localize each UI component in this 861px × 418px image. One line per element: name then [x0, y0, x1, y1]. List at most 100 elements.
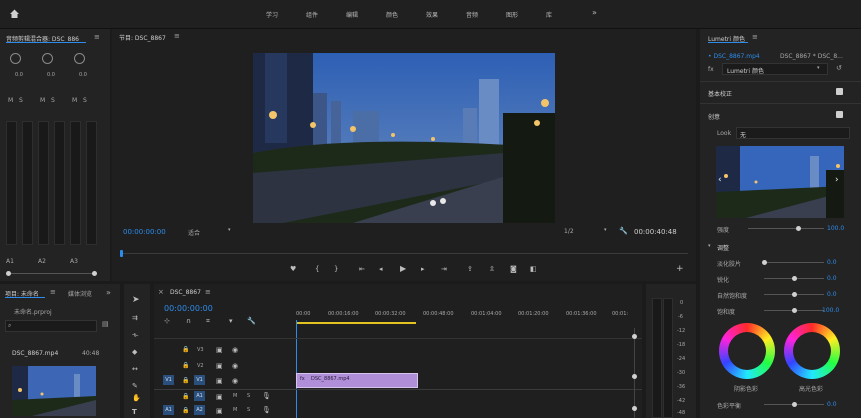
timeline-playhead[interactable] — [296, 320, 297, 418]
look-preview-thumbnail[interactable] — [716, 146, 844, 218]
source-patch-v1[interactable]: V1 — [163, 375, 174, 385]
tab-editing[interactable]: 编辑 — [346, 10, 358, 19]
solo-track-a2[interactable]: S — [247, 407, 250, 413]
lock-icon[interactable]: 🔒 — [182, 346, 189, 354]
vibrance-thumb[interactable] — [792, 292, 797, 297]
resolution-dropdown[interactable]: 1/2 — [564, 228, 574, 235]
slip-tool-icon[interactable]: ↔ — [132, 365, 138, 373]
tab-graphics[interactable]: 图形 — [506, 10, 518, 19]
look-dropdown[interactable]: 无 — [736, 127, 850, 139]
intensity-slider-thumb[interactable] — [796, 226, 801, 231]
lock-icon[interactable]: 🔒 — [182, 362, 189, 370]
tab-effects[interactable]: 效果 — [426, 10, 438, 19]
close-sequence-icon[interactable]: × — [158, 288, 164, 296]
vibrance-slider[interactable] — [764, 292, 824, 297]
timeline-vertical-scrollbar[interactable] — [632, 328, 637, 418]
snap-icon[interactable]: ∩ — [186, 317, 191, 325]
scroll-start-handle[interactable] — [6, 271, 11, 276]
saturation-slider[interactable] — [764, 308, 824, 313]
fit-dropdown[interactable]: 适合 — [188, 228, 200, 237]
mute-track-a2[interactable]: M — [233, 407, 237, 413]
color-balance-value[interactable]: 0.0 — [827, 401, 837, 408]
eye-icon[interactable]: ◉ — [232, 346, 238, 354]
type-tool-icon[interactable]: T — [132, 408, 137, 416]
go-to-out-icon[interactable]: ⇥ — [441, 265, 447, 273]
step-forward-icon[interactable]: ▸ — [421, 265, 425, 273]
sequence-menu-icon[interactable]: ≡ — [205, 288, 211, 296]
basic-correction-checkbox[interactable] — [836, 88, 843, 95]
program-menu-icon[interactable]: ≡ — [174, 32, 180, 40]
panel-menu-icon[interactable]: ≡ — [94, 33, 100, 41]
sharpen-value[interactable]: 0.0 — [827, 275, 837, 282]
mark-in-icon[interactable]: { — [315, 265, 319, 273]
lock-icon[interactable]: 🔒 — [182, 377, 189, 385]
play-icon[interactable]: ▶ — [400, 265, 406, 273]
solo-button-a3[interactable]: S — [83, 97, 87, 104]
ripple-edit-tool-icon[interactable]: ⟛ — [132, 331, 138, 339]
program-scrubber[interactable] — [120, 250, 688, 257]
faded-film-slider[interactable] — [762, 260, 824, 265]
faded-film-thumb[interactable] — [762, 260, 767, 265]
solo-button-a2[interactable]: S — [51, 97, 55, 104]
hand-tool-icon[interactable]: ✋ — [132, 394, 141, 402]
timeline-settings-icon[interactable]: 🔧 — [247, 317, 256, 325]
mute-button-a1[interactable]: M — [8, 97, 13, 104]
media-browser-tab[interactable]: 媒体浏览 — [68, 289, 92, 298]
intensity-value[interactable]: 100.0 — [827, 225, 844, 232]
sync-lock-icon[interactable]: ▣ — [216, 362, 223, 370]
more-workspaces-button[interactable]: » — [592, 8, 597, 17]
linked-selection-icon[interactable]: ⌗ — [206, 317, 210, 325]
eye-icon[interactable]: ◉ — [232, 362, 238, 370]
sync-lock-icon[interactable]: ▣ — [216, 377, 223, 385]
highlight-tint-wheel[interactable] — [784, 323, 840, 379]
timeline-timecode[interactable]: 00:00:00:00 — [164, 304, 213, 313]
scroll-handle-mid[interactable] — [632, 374, 637, 379]
chevron-down-icon[interactable]: ▾ — [708, 243, 711, 249]
tab-libraries[interactable]: 库 — [546, 10, 552, 19]
step-back-icon[interactable]: ◂ — [379, 265, 383, 273]
add-marker-icon[interactable]: ♥ — [290, 265, 296, 273]
pan-knob-a2[interactable] — [42, 53, 53, 64]
pen-tool-icon[interactable]: ✎ — [132, 382, 138, 390]
creative-checkbox[interactable] — [836, 111, 843, 118]
program-playhead[interactable] — [120, 250, 123, 257]
source-clip-tab[interactable]: • DSC_8867.mp4 — [708, 53, 760, 60]
scroll-end-handle[interactable] — [92, 271, 97, 276]
chevron-down-icon[interactable]: ▾ — [228, 227, 231, 233]
scroll-handle-top[interactable] — [632, 334, 637, 339]
mute-button-a3[interactable]: M — [72, 97, 77, 104]
project-search-input[interactable]: ⌕ — [5, 320, 97, 332]
project-menu-icon[interactable]: ≡ — [50, 288, 56, 296]
tab-learn[interactable]: 学习 — [266, 10, 278, 19]
mixer-scrollbar[interactable] — [6, 271, 97, 276]
creative-section[interactable]: 创意 — [708, 112, 720, 121]
color-balance-slider[interactable] — [764, 402, 824, 407]
playhead-timecode[interactable]: 00:00:00:00 — [123, 228, 166, 236]
sequence-clip-tab[interactable]: DSC_8867 * DSC_8... — [780, 53, 843, 60]
mute-track-a1[interactable]: M — [233, 393, 237, 399]
shadow-tint-wheel[interactable] — [719, 323, 775, 379]
vibrance-value[interactable]: 0.0 — [827, 291, 837, 298]
insert-sequence-icon[interactable]: ⊹ — [164, 317, 170, 325]
intensity-slider[interactable] — [748, 226, 824, 231]
source-patch-a1[interactable]: A1 — [163, 405, 174, 415]
scroll-handle-bottom[interactable] — [632, 406, 637, 411]
color-balance-thumb[interactable] — [792, 402, 797, 407]
fader-a3[interactable] — [86, 121, 97, 245]
new-bin-icon[interactable]: ▤ — [102, 320, 109, 328]
sync-lock-icon[interactable]: ▣ — [216, 407, 223, 415]
lift-icon[interactable]: ⇪ — [467, 265, 473, 273]
track-target-a1[interactable]: A1 — [194, 391, 205, 401]
basic-correction-section[interactable]: 基本校正 — [708, 89, 732, 98]
saturation-value[interactable]: 100.0 — [822, 307, 839, 314]
razor-tool-icon[interactable]: ◆ — [132, 348, 137, 356]
home-icon[interactable] — [9, 8, 20, 19]
sync-lock-icon[interactable]: ▣ — [216, 393, 223, 401]
solo-button-a1[interactable]: S — [19, 97, 23, 104]
sync-lock-icon[interactable]: ▣ — [216, 346, 223, 354]
chevron-down-icon[interactable]: ▾ — [604, 227, 607, 233]
lock-icon[interactable]: 🔒 — [182, 393, 189, 401]
microphone-icon[interactable]: 🎙 — [262, 392, 271, 400]
camera-icon[interactable]: ◙ — [510, 265, 517, 273]
add-marker-icon[interactable]: ▾ — [229, 317, 233, 325]
